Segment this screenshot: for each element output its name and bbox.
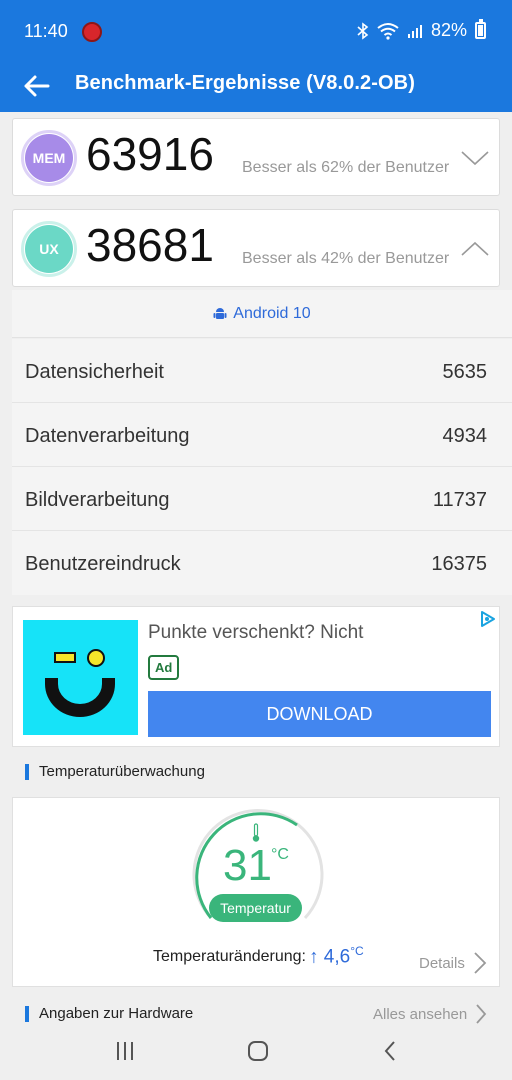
temperature-change-label: Temperaturänderung: <box>153 948 306 965</box>
platform-row: Android 10 <box>12 290 512 338</box>
list-item: Benutzereindruck 16375 <box>12 531 512 595</box>
row-label: Datensicherheit <box>25 361 164 383</box>
mem-comparison: Besser als 62% der Benutzer <box>242 159 450 176</box>
chevron-right-icon[interactable] <box>471 950 489 976</box>
temperature-value: 31 <box>223 841 272 890</box>
page-title: Benchmark-Ergebnisse (V8.0.2-OB) <box>75 72 415 94</box>
battery-icon <box>475 19 486 39</box>
list-item: Datensicherheit 5635 <box>12 339 512 403</box>
thermometer-icon <box>252 823 260 842</box>
home-icon[interactable] <box>247 1040 269 1062</box>
ad-headline[interactable]: Punkte verschenkt? Nicht <box>148 622 363 644</box>
ad-badge: Ad <box>148 655 180 680</box>
status-icons: 82% <box>357 19 486 41</box>
bluetooth-icon <box>357 21 369 40</box>
status-bar: 11:40 82% <box>0 0 512 62</box>
recent-apps-icon[interactable] <box>114 1040 136 1062</box>
app-bar: Benchmark-Ergebnisse (V8.0.2-OB) <box>0 62 512 112</box>
adchoices-icon[interactable] <box>478 609 498 629</box>
status-time: 11:40 <box>24 21 68 41</box>
row-label: Datenverarbeitung <box>25 425 190 447</box>
mem-score: 63916 <box>86 128 214 180</box>
ad-banner[interactable]: Punkte verschenkt? Nicht Ad DOWNLOAD <box>12 606 500 747</box>
ux-score: 38681 <box>86 219 214 271</box>
system-nav-bar <box>0 1024 512 1080</box>
wifi-icon <box>377 22 399 40</box>
ad-image[interactable] <box>23 620 138 735</box>
row-label: Benutzereindruck <box>25 553 181 575</box>
signal-icon <box>407 23 423 39</box>
mem-score-card[interactable]: MEM 63916 Besser als 62% der Benutzer <box>12 118 500 196</box>
temperature-card: 31 °C Temperatur Temperaturänderung: ↑ 4… <box>12 797 500 987</box>
row-value: 4934 <box>442 425 488 447</box>
notification-icon <box>82 22 102 42</box>
row-value: 5635 <box>442 361 488 383</box>
details-link[interactable]: Details <box>419 955 465 972</box>
battery-percent: 82% <box>430 20 467 40</box>
see-all-link[interactable]: Alles ansehen <box>373 1006 467 1023</box>
ux-comparison: Besser als 42% der Benutzer <box>242 250 450 267</box>
arrow-left-icon[interactable] <box>22 71 52 101</box>
temperature-section-title: Temperaturüberwachung <box>25 764 205 780</box>
list-item: Datenverarbeitung 4934 <box>12 403 512 467</box>
change-value-text: ↑ 4,6 <box>309 946 351 968</box>
temperature-pill: Temperatur <box>209 894 302 922</box>
temperature-unit: °C <box>271 846 289 863</box>
download-button[interactable]: DOWNLOAD <box>148 691 491 737</box>
change-unit: °C <box>350 944 364 958</box>
chevron-up-icon[interactable] <box>461 236 489 262</box>
chevron-down-icon[interactable] <box>461 145 489 171</box>
chevron-right-icon[interactable] <box>474 1003 488 1025</box>
platform-label: Android 10 <box>233 304 311 322</box>
row-value: 11737 <box>432 489 487 511</box>
back-icon[interactable] <box>382 1039 398 1063</box>
hardware-section-title: Angaben zur Hardware <box>25 1006 193 1022</box>
mem-badge: MEM <box>21 130 77 186</box>
temperature-change-value: ↑ 4,6°C <box>309 944 364 968</box>
ux-badge: UX <box>21 221 77 277</box>
row-label: Bildverarbeitung <box>25 489 170 511</box>
android-icon <box>213 307 227 319</box>
row-value: 16375 <box>431 553 487 575</box>
ux-score-card[interactable]: UX 38681 Besser als 42% der Benutzer <box>12 209 500 287</box>
list-item: Bildverarbeitung 11737 <box>12 467 512 531</box>
smiley-logo-icon <box>45 649 115 717</box>
